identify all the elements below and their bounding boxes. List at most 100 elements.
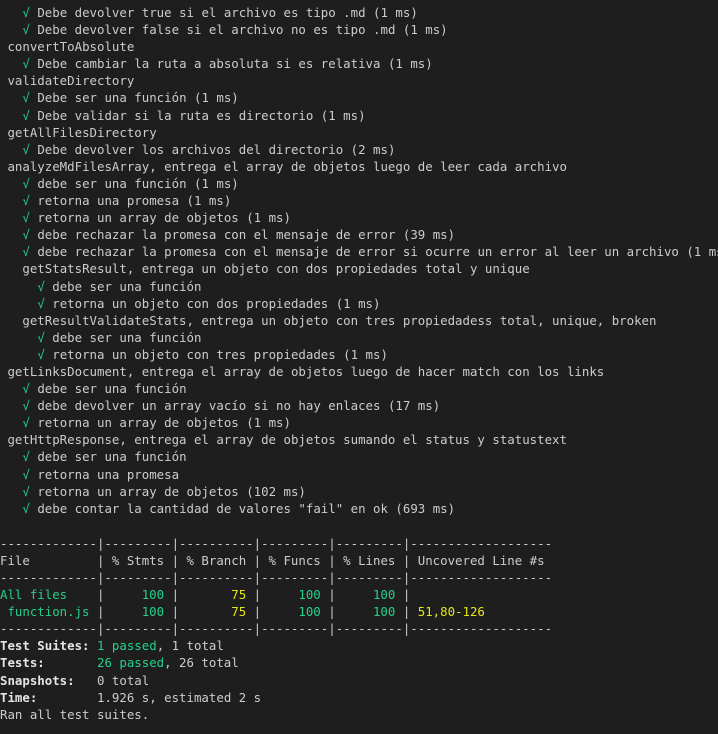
check-icon: √ (37, 278, 45, 294)
test-group: getResultValidateStats, entrega un objet… (0, 312, 718, 329)
test-label: retorna un objeto con dos propiedades (1… (52, 295, 381, 311)
test-case: √ retorna un objeto con dos propiedades … (0, 295, 718, 312)
coverage-cell: 100 (298, 604, 321, 620)
coverage-cell: 51,80-126 (417, 604, 485, 620)
check-icon: √ (22, 107, 30, 123)
test-label: Debe validar si la ruta es directorio (1… (37, 107, 366, 123)
coverage-cell: 100 (372, 604, 396, 620)
test-group: getStatsResult, entrega un objeto con do… (0, 260, 718, 277)
coverage-cell: 100 (372, 587, 396, 603)
test-label: retorna una promesa (37, 466, 180, 482)
test-case: √ debe ser una función (0, 278, 718, 295)
test-case: √ debe rechazar la promesa con el mensaj… (0, 243, 718, 260)
test-label: debe ser una función (37, 449, 187, 465)
check-icon: √ (22, 415, 30, 431)
check-icon: √ (22, 483, 30, 499)
test-label: debe ser una función (1 ms) (37, 175, 239, 191)
test-label: debe ser una función (52, 278, 202, 294)
test-label: retorna un array de objetos (1 ms) (37, 415, 291, 431)
check-icon: √ (37, 295, 45, 311)
check-icon: √ (22, 5, 30, 20)
test-case: √ Debe devolver false si el archivo no e… (0, 21, 718, 38)
test-summary: Test Suites: 1 passed, 1 total Tests: 26… (0, 637, 718, 722)
test-case: √ retorna un array de objetos (1 ms) (0, 414, 718, 431)
test-label: debe ser una función (52, 329, 202, 345)
check-icon: √ (22, 90, 30, 106)
test-label: getHttpResponse, entrega el array de obj… (7, 432, 567, 448)
test-case: √ debe ser una función (1 ms) (0, 175, 718, 192)
test-case: √ retorna una promesa (1 ms) (0, 192, 718, 209)
test-label: convertToAbsolute (7, 39, 135, 55)
test-case: √ debe rechazar la promesa con el mensaj… (0, 226, 718, 243)
suites-passed: 1 passed (97, 638, 157, 654)
summary-ran: Ran all test suites. (0, 706, 150, 722)
coverage-cell: All files (0, 587, 68, 603)
coverage-cell: 75 (231, 587, 247, 603)
test-group: getAllFilesDirectory (0, 124, 718, 141)
test-case: √ debe ser una función (0, 329, 718, 346)
test-case: √ Debe cambiar la ruta a absoluta si es … (0, 55, 718, 72)
check-icon: √ (22, 175, 30, 191)
test-case: √ retorna un array de objetos (1 ms) (0, 209, 718, 226)
test-label: Debe ser una función (1 ms) (37, 90, 239, 106)
test-label: getAllFilesDirectory (7, 124, 157, 140)
test-label: retorna un array de objetos (1 ms) (37, 210, 291, 226)
test-results: √ Debe devolver true si el archivo es ti… (0, 4, 718, 517)
summary-tests: Tests: 26 passed, 26 total (0, 655, 239, 671)
check-icon: √ (22, 381, 30, 397)
coverage-table: -------------|---------|----------|-----… (0, 535, 718, 638)
test-group: getHttpResponse, entrega el array de obj… (0, 431, 718, 448)
test-case: √ debe ser una función (0, 380, 718, 397)
test-label: Debe devolver false si el archivo no es … (37, 22, 448, 38)
check-icon: √ (37, 346, 45, 362)
test-label: debe ser una función (37, 381, 187, 397)
test-case: √ retorna una promesa (0, 466, 718, 483)
test-case: √ debe ser una función (0, 448, 718, 465)
terminal-output: √ Debe devolver true si el archivo es ti… (0, 0, 718, 723)
check-icon: √ (22, 449, 30, 465)
test-label: analyzeMdFilesArray, entrega el array de… (7, 158, 567, 174)
test-label: debe rechazar la promesa con el mensaje … (37, 244, 718, 260)
check-icon: √ (22, 227, 30, 243)
test-group: convertToAbsolute (0, 38, 718, 55)
test-case: √ Debe ser una función (1 ms) (0, 89, 718, 106)
check-icon: √ (22, 500, 30, 516)
tests-passed: 26 passed (96, 655, 165, 671)
test-label: retorna un objeto con tres propiedades (… (52, 346, 388, 362)
test-label: getStatsResult, entrega un objeto con do… (22, 261, 530, 277)
check-icon: √ (22, 141, 30, 157)
summary-time: Time: 1.926 s, estimated 2 s (0, 689, 262, 705)
test-label: Debe cambiar la ruta a absoluta si es re… (37, 56, 433, 72)
check-icon: √ (22, 210, 30, 226)
test-case: √ Debe devolver true si el archivo es ti… (0, 4, 718, 21)
coverage-cell: 75 (231, 604, 247, 620)
coverage-row: function.js | 100 | 75 | 100 | 100 | 51,… (0, 603, 718, 620)
coverage-separator: -------------|---------|----------|-----… (0, 570, 553, 585)
coverage-row: All files | 100 | 75 | 100 | 100 | (0, 587, 418, 603)
test-label: Debe devolver los archivos del directori… (37, 141, 396, 157)
test-case: √ retorna un objeto con tres propiedades… (0, 346, 718, 363)
check-icon: √ (22, 398, 30, 414)
check-icon: √ (22, 22, 30, 38)
coverage-cell: 100 (141, 587, 165, 603)
test-label: validateDirectory (7, 73, 135, 89)
test-label: Debe devolver true si el archivo es tipo… (37, 5, 418, 20)
test-case: √ debe contar la cantidad de valores "fa… (0, 500, 718, 517)
coverage-separator: -------------|---------|----------|-----… (0, 535, 553, 551)
test-label: getLinksDocument, entrega el array de ob… (7, 363, 605, 379)
test-label: debe contar la cantidad de valores "fail… (37, 500, 456, 516)
test-case: √ retorna un array de objetos (102 ms) (0, 483, 718, 500)
test-case: √ Debe devolver los archivos del directo… (0, 141, 718, 158)
check-icon: √ (37, 329, 45, 345)
coverage-header: File | % Stmts | % Branch | % Funcs | % … (0, 552, 553, 568)
summary-suites: Test Suites: 1 passed, 1 total (0, 638, 224, 654)
test-group: validateDirectory (0, 72, 718, 89)
coverage-separator: -------------|---------|----------|-----… (0, 621, 553, 637)
test-group: analyzeMdFilesArray, entrega el array de… (0, 158, 718, 175)
check-icon: √ (22, 193, 30, 209)
coverage-cell: 100 (141, 604, 165, 620)
test-label: debe devolver un array vacío si no hay e… (37, 398, 441, 414)
test-label: getResultValidateStats, entrega un objet… (22, 312, 657, 328)
test-label: retorna un array de objetos (102 ms) (37, 483, 306, 499)
test-label: retorna una promesa (1 ms) (37, 193, 232, 209)
